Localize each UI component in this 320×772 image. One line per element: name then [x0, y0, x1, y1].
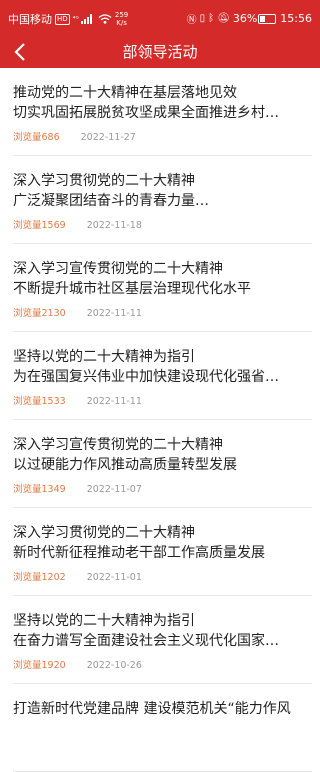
publish-date: 2022-11-01	[86, 572, 142, 583]
article-meta: 浏览量1533 2022-11-11	[13, 396, 142, 408]
nav-bar: 部领导活动	[0, 36, 320, 68]
article-title-line2: 以过硬能力作风推动高质量转型发展	[13, 457, 237, 473]
article-meta: 浏览量1202 2022-11-01	[13, 572, 142, 584]
article-title: 坚持以党的二十大精神为指引在奋力谱写全面建设社会主义现代化国家…	[13, 611, 309, 651]
article-title: 深入学习宣传贯彻党的二十大精神 以过硬能力作风推动高质量转型发展	[13, 435, 309, 475]
bluetooth-icon: ᛒ	[208, 13, 215, 24]
article-title-line2: 广泛凝聚团结奋斗的青春力量…	[13, 193, 209, 209]
view-count: 浏览量1202	[13, 572, 66, 583]
publish-date: 2022-11-11	[86, 308, 142, 319]
article-meta: 浏览量2130 2022-11-11	[13, 308, 142, 320]
article-title: 深入学习宣传贯彻党的二十大精神不断提升城市社区基层治理现代化水平	[13, 259, 309, 299]
article-title-line2: 切实巩固拓展脱贫攻坚成果全面推进乡村…	[13, 105, 279, 121]
article-title-line1: 坚持以党的二十大精神为指引	[13, 613, 195, 629]
status-left: 中国移动 HD ⁴ᴳ 259 K/s	[8, 11, 128, 27]
view-count: 浏览量1920	[13, 660, 66, 671]
list-item[interactable]: 打造新时代党建品牌 建设模范机关“能力作风	[13, 684, 312, 772]
article-title-line1: 深入学习宣传贯彻党的二十大精神	[13, 261, 223, 277]
signal-strength-icon	[80, 14, 92, 24]
list-item[interactable]: 推动党的二十大精神在基层落地见效切实巩固拓展脱贫攻坚成果全面推进乡村… 浏览量68…	[13, 68, 312, 156]
list-item[interactable]: 深入学习宣传贯彻党的二十大精神 以过硬能力作风推动高质量转型发展浏览量1349 20…	[13, 420, 312, 508]
article-meta: 浏览量686 2022-11-27	[13, 132, 136, 144]
publish-date: 2022-11-27	[80, 132, 136, 143]
status-right: Ⓝ ▯ ᛒ 🔕︎ 36% 15:56	[187, 11, 312, 26]
publish-date: 2022-11-07	[86, 484, 142, 495]
net-speed: 259 K/s	[115, 11, 128, 27]
article-title: 推动党的二十大精神在基层落地见效切实巩固拓展脱贫攻坚成果全面推进乡村…	[13, 83, 309, 123]
list-item[interactable]: 深入学习贯彻党的二十大精神新时代新征程推动老干部工作高质量发展浏览量1202 20…	[13, 508, 312, 596]
view-count: 浏览量686	[13, 132, 60, 143]
article-title-line1: 推动党的二十大精神在基层落地见效	[13, 85, 237, 101]
battery-icon	[258, 13, 277, 24]
hd-badge: HD	[55, 13, 70, 25]
carrier-label: 中国移动	[8, 13, 52, 26]
article-meta: 浏览量1569 2022-11-18	[13, 220, 142, 232]
article-title-line2: 新时代新征程推动老干部工作高质量发展	[13, 545, 265, 561]
network-type-icon: ⁴ᴳ	[72, 15, 79, 23]
article-list: 推动党的二十大精神在基层落地见效切实巩固拓展脱贫攻坚成果全面推进乡村… 浏览量68…	[0, 68, 320, 772]
article-title: 坚持以党的二十大精神为指引为在强国复兴伟业中加快建设现代化强省…	[13, 347, 309, 387]
vibrate-icon: ▯	[199, 13, 206, 24]
article-title-line1: 坚持以党的二十大精神为指引	[13, 349, 195, 365]
view-count: 浏览量2130	[13, 308, 66, 319]
list-item[interactable]: 深入学习宣传贯彻党的二十大精神不断提升城市社区基层治理现代化水平浏览量2130 2…	[13, 244, 312, 332]
battery-percent: 36%	[232, 12, 258, 25]
article-title-line1: 深入学习贯彻党的二十大精神	[13, 525, 195, 541]
article-title-line2: 为在强国复兴伟业中加快建设现代化强省…	[13, 369, 279, 385]
article-title-line2: 不断提升城市社区基层治理现代化水平	[13, 281, 251, 297]
net-speed-unit: K/s	[116, 19, 127, 27]
article-title: 深入学习贯彻党的二十大精神 广泛凝聚团结奋斗的青春力量…	[13, 171, 309, 211]
nfc-icon: Ⓝ	[186, 15, 197, 26]
article-title: 打造新时代党建品牌 建设模范机关“能力作风	[13, 699, 309, 719]
wifi-icon	[98, 14, 112, 24]
article-title-line2: 在奋力谱写全面建设社会主义现代化国家…	[13, 633, 279, 649]
view-count: 浏览量1349	[13, 484, 66, 495]
publish-date: 2022-11-18	[86, 220, 142, 231]
status-bar: 中国移动 HD ⁴ᴳ 259 K/s Ⓝ ▯ ᛒ 🔕︎ 36% 15:56	[0, 0, 320, 36]
article-title-line1: 打造新时代党建品牌 建设模范机关“能力作风	[13, 701, 291, 717]
list-item[interactable]: 坚持以党的二十大精神为指引为在强国复兴伟业中加快建设现代化强省… 浏览量1533 2…	[13, 332, 312, 420]
list-item[interactable]: 坚持以党的二十大精神为指引在奋力谱写全面建设社会主义现代化国家… 浏览量1920 2…	[13, 596, 312, 684]
battery-level	[260, 15, 266, 22]
view-count: 浏览量1569	[13, 220, 66, 231]
clock: 15:56	[280, 12, 312, 25]
page-title: 部领导活动	[122, 43, 198, 61]
article-meta: 浏览量1920 2022-10-26	[13, 660, 142, 672]
article-meta	[13, 748, 34, 760]
article-title-line1: 深入学习贯彻党的二十大精神	[13, 173, 195, 189]
net-speed-value: 259	[114, 11, 129, 19]
list-item[interactable]: 深入学习贯彻党的二十大精神 广泛凝聚团结奋斗的青春力量… 浏览量1569 2022-1…	[13, 156, 312, 244]
article-title-line1: 深入学习宣传贯彻党的二十大精神	[13, 437, 223, 453]
article-meta: 浏览量1349 2022-11-07	[13, 484, 142, 496]
publish-date: 2022-11-11	[86, 396, 142, 407]
article-title: 深入学习贯彻党的二十大精神新时代新征程推动老干部工作高质量发展	[13, 523, 309, 563]
mute-icon: 🔕︎	[217, 13, 230, 24]
publish-date: 2022-10-26	[86, 660, 142, 671]
view-count: 浏览量1533	[13, 396, 66, 407]
